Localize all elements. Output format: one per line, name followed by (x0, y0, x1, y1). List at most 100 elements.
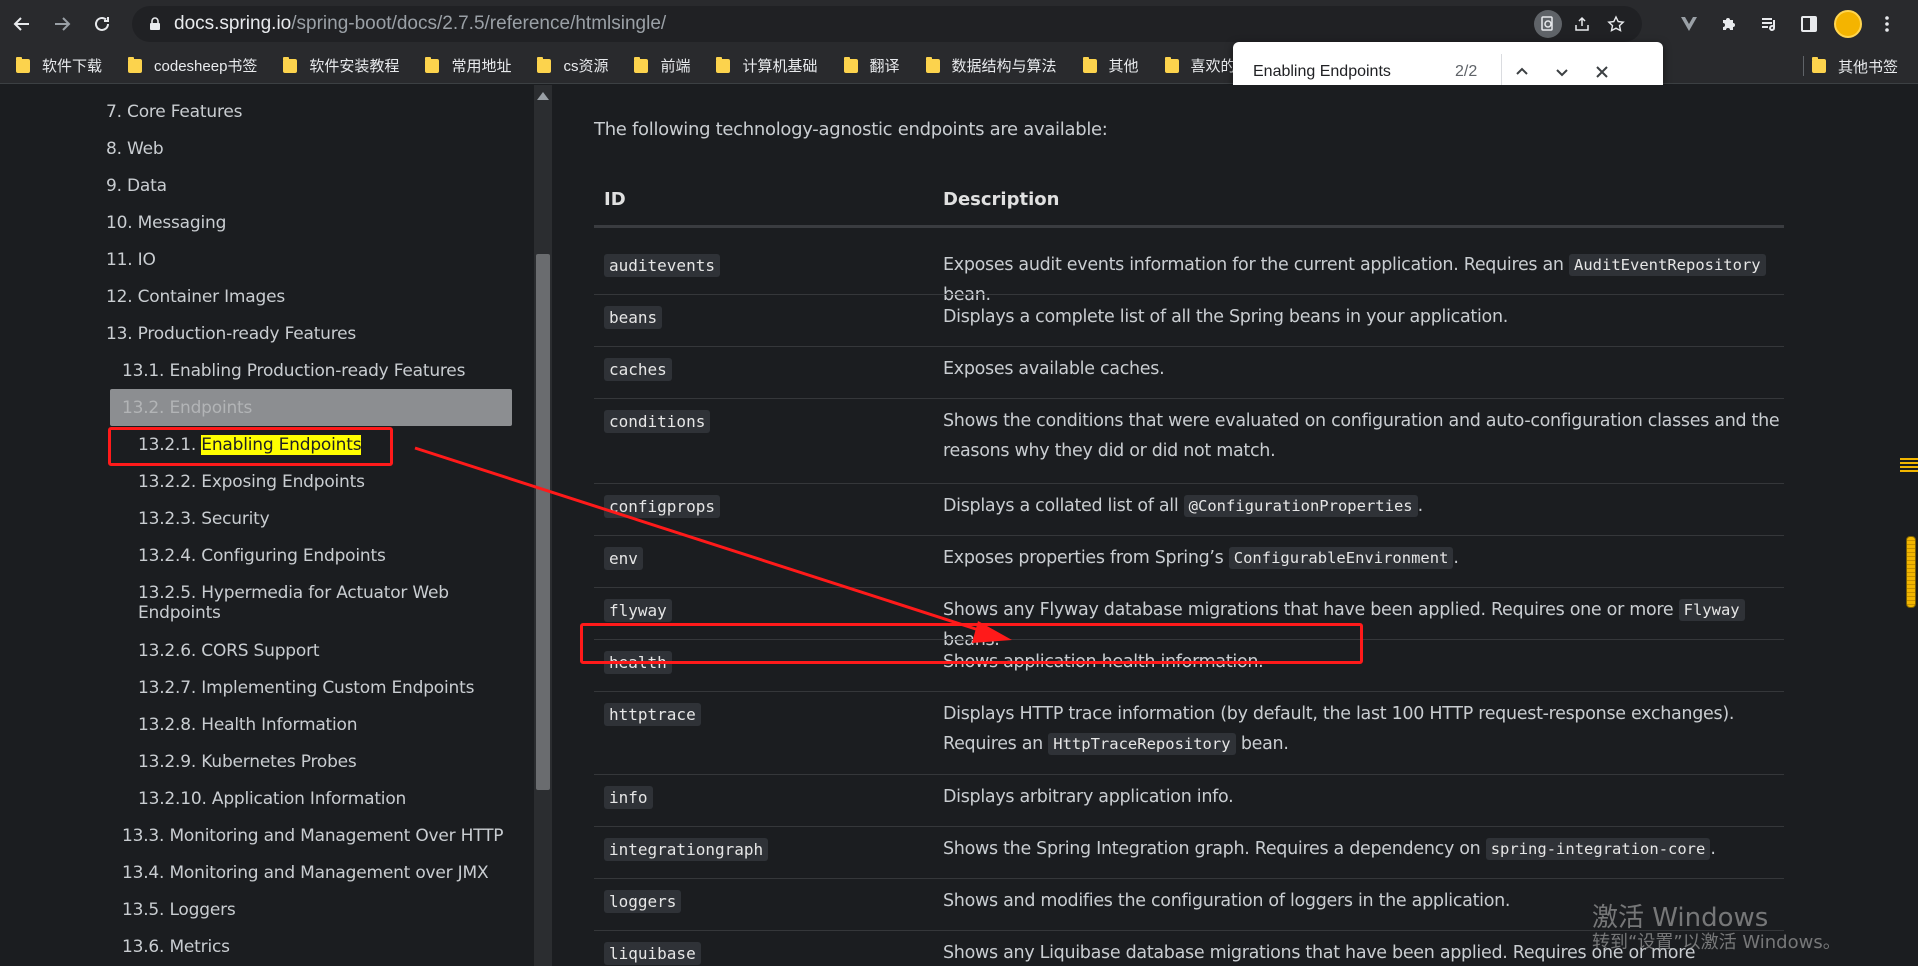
toc-item-enabling-endpoints[interactable]: 13.2.1. Enabling Endpoints (138, 435, 362, 455)
chevron-up-icon (1516, 67, 1528, 75)
toc-item-active[interactable]: 13.2. Endpoints (122, 398, 252, 418)
media-button[interactable] (1754, 9, 1784, 39)
row-divider (594, 587, 1784, 588)
forward-button[interactable] (44, 6, 80, 42)
inline-code: @ConfigurationProperties (1183, 495, 1418, 517)
toc-item[interactable]: 13.5. Loggers (122, 900, 236, 920)
toc-item[interactable]: 13.2.2. Exposing Endpoints (138, 472, 365, 492)
column-header-description: Description (943, 189, 1060, 210)
windows-activation-hint: 转到“设置”以激活 Windows。 (1592, 932, 1841, 953)
lock-icon (150, 17, 160, 30)
close-icon (1596, 65, 1608, 78)
find-match-marker (1900, 458, 1918, 472)
scroll-up-arrow-icon[interactable] (537, 92, 549, 100)
bookmark-label: 计算机基础 (742, 58, 818, 75)
bookmark-label: 软件下载 (42, 58, 103, 75)
bookmark-folder[interactable]: 前端 (618, 52, 700, 80)
endpoint-description: Exposes audit events information for the… (943, 250, 1783, 310)
folder-icon (716, 56, 731, 73)
address-bar[interactable]: docs.spring.io/spring-boot/docs/2.7.5/re… (132, 6, 1642, 42)
row-divider (594, 535, 1784, 536)
toc-item[interactable]: 13.2.8. Health Information (138, 715, 358, 735)
toc-item[interactable]: 13. Production-ready Features (106, 324, 356, 344)
page-scrollbar-track[interactable] (1893, 85, 1918, 966)
toc-item[interactable]: 13.6. Metrics (122, 937, 230, 957)
inline-code: Flyway (1678, 599, 1745, 621)
menu-button[interactable] (1872, 9, 1902, 39)
toc-item[interactable]: 13.2.7. Implementing Custom Endpoints (138, 678, 474, 698)
main-content: The following technology-agnostic endpoi… (553, 85, 1893, 966)
arrow-right-icon (55, 17, 71, 31)
bookmark-folder[interactable]: cs资源 (521, 52, 618, 80)
page-scrollbar-thumb[interactable] (1906, 536, 1916, 608)
bookmark-folder[interactable]: 翻译 (828, 52, 910, 80)
folder-icon (425, 56, 440, 73)
bookmark-label: 常用地址 (451, 58, 512, 75)
intro-paragraph: The following technology-agnostic endpoi… (594, 119, 1108, 140)
bookmark-folder[interactable]: 数据结构与算法 (910, 52, 1067, 80)
toc-item[interactable]: 11. IO (106, 250, 156, 270)
side-panel-button[interactable] (1794, 9, 1824, 39)
back-button[interactable] (4, 6, 40, 42)
toc-item[interactable]: 13.2.10. Application Information (138, 789, 406, 809)
find-page-icon (1541, 16, 1553, 31)
bookmark-star-button[interactable] (1602, 10, 1630, 38)
inline-code: spring-integration-core (1485, 838, 1711, 860)
folder-icon (1082, 56, 1097, 73)
toc-item[interactable]: 12. Container Images (106, 287, 285, 307)
toc-item[interactable]: 13.1. Enabling Production-ready Features (122, 361, 465, 381)
toc-item[interactable]: 8. Web (106, 139, 164, 159)
bookmark-folder[interactable]: 软件下载 (0, 52, 112, 80)
vue-devtools-button[interactable] (1674, 9, 1704, 39)
toc-item[interactable]: 13.4. Monitoring and Management over JMX (122, 863, 489, 883)
share-button[interactable] (1568, 10, 1596, 38)
row-divider (594, 294, 1784, 295)
folder-icon (16, 56, 30, 73)
inline-code: HttpTraceRepository (1048, 733, 1236, 755)
endpoint-id: loggers (604, 890, 682, 913)
toc-item[interactable]: 7. Core Features (106, 102, 242, 122)
row-divider (594, 483, 1784, 484)
sidebar-scrollbar-thumb[interactable] (536, 254, 550, 790)
toc-item[interactable]: 10. Messaging (106, 213, 226, 233)
endpoint-description: Exposes available caches. (943, 359, 1165, 379)
extensions-button[interactable] (1714, 9, 1744, 39)
bookmark-folder[interactable]: 其他 (1067, 52, 1149, 80)
endpoint-description: Displays a collated list of all @Configu… (943, 495, 1423, 517)
browser-toolbar: docs.spring.io/spring-boot/docs/2.7.5/re… (0, 0, 1918, 48)
toc-item[interactable]: 13.2.4. Configuring Endpoints (138, 546, 386, 566)
toc-item[interactable]: 9. Data (106, 176, 167, 196)
bookmark-folder[interactable]: 计算机基础 (700, 52, 827, 80)
bookmark-folder[interactable]: codesheep书签 (112, 52, 267, 80)
toc-item-line: 13.2.5. Hypermedia for Actuator Web (138, 583, 449, 603)
endpoint-description: Displays arbitrary application info. (943, 787, 1234, 807)
toc-item[interactable]: 13.2.5. Hypermedia for Actuator Web Endpo… (138, 583, 449, 623)
find-in-page-button[interactable] (1534, 10, 1562, 38)
profile-avatar[interactable] (1834, 10, 1862, 38)
puzzle-icon (1723, 18, 1735, 30)
star-icon (1607, 15, 1625, 32)
url-path: /spring-boot/docs/2.7.5/reference/htmlsi… (291, 13, 667, 34)
endpoint-description: Displays HTTP trace information (by defa… (943, 704, 1735, 755)
reload-button[interactable] (84, 6, 120, 42)
endpoint-id: configprops (604, 495, 720, 518)
row-divider (594, 639, 1784, 640)
toc-item[interactable]: 13.2.3. Security (138, 509, 270, 529)
url-host: docs.spring.io (174, 13, 292, 34)
chevron-down-icon (1556, 68, 1568, 76)
folder-icon (1164, 56, 1179, 73)
share-icon (1575, 16, 1589, 31)
endpoint-description: Shows the Spring Integration graph. Requ… (943, 838, 1716, 860)
bookmark-label: 数据结构与算法 (951, 58, 1057, 75)
endpoint-description: Shows application health information. (943, 652, 1264, 672)
bookmark-folder[interactable]: 软件安装教程 (267, 52, 409, 80)
find-input[interactable]: Enabling Endpoints (1253, 63, 1443, 81)
reload-icon (95, 16, 109, 31)
endpoint-id: integrationgraph (604, 838, 769, 861)
bookmark-folder[interactable]: 常用地址 (409, 52, 521, 80)
toc-item[interactable]: 13.3. Monitoring and Management Over HTT… (122, 826, 504, 846)
folder-icon (283, 56, 298, 73)
toc-item[interactable]: 13.2.9. Kubernetes Probes (138, 752, 357, 772)
other-bookmarks-folder[interactable]: 其他书签 (1796, 52, 1908, 80)
toc-item[interactable]: 13.2.6. CORS Support (138, 641, 320, 661)
